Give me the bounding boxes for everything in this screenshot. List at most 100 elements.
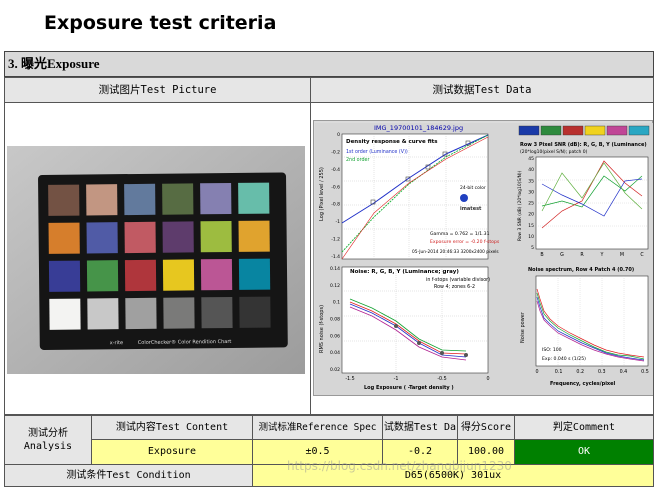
density-title: Density response & curve fits — [346, 139, 438, 145]
checker-patch — [48, 260, 81, 292]
imatest-brand: imatest — [460, 206, 482, 212]
analysis-label: 测试分析 Analysis — [4, 415, 92, 465]
test-picture: x-rite ColorChecker® Color Rendition Cha… — [7, 146, 305, 374]
tick-label: 10 — [528, 234, 534, 240]
checker-patch — [238, 258, 271, 290]
checker-name: ColorChecker® Color Rendition Chart — [138, 338, 232, 346]
noise-title: Noise: R, G, B, Y (Luminance; gray) — [350, 269, 459, 275]
condition-label: 测试条件Test Condition — [4, 464, 253, 487]
tick-label: 0.4 — [620, 369, 628, 375]
tick-label: 15 — [528, 223, 534, 229]
noise-subtitle: in f-stops (variable divisor) — [426, 277, 490, 283]
checker-patch — [86, 260, 119, 292]
tick-label: 45 — [528, 156, 534, 162]
checker-patch — [86, 184, 118, 216]
tick-label: 0.02 — [330, 367, 340, 373]
tick-label: -1.4 — [331, 254, 340, 260]
analysis-label-en: Analysis — [23, 441, 73, 452]
checker-brand: x-rite — [110, 340, 123, 346]
picture-column-header: 测试图片Test Picture — [4, 77, 311, 103]
section-title: 3. 曝光Exposure — [4, 51, 654, 77]
checker-patch — [87, 298, 119, 330]
tick-label: 20 — [528, 212, 534, 218]
checker-patch — [239, 296, 271, 328]
gamma-value: Gamma = 0.762 = 1/1.31 — [430, 231, 490, 237]
checker-patch — [162, 221, 194, 253]
data-column-header: 测试数据Test Data — [310, 77, 654, 103]
checker-patch — [200, 182, 232, 215]
tick-label: -0.2 — [331, 149, 340, 155]
checker-patch — [86, 222, 118, 254]
row-test-content: Exposure — [91, 439, 253, 465]
tick-label: 0.1 — [333, 300, 340, 306]
tick-label: 0 — [337, 132, 340, 138]
checker-patch — [124, 183, 156, 216]
tick-label: 0.1 — [555, 369, 563, 375]
density-ylabel: Log (Pixel level / 255) — [319, 167, 325, 221]
checker-patch — [49, 298, 81, 330]
checker-patch — [238, 220, 270, 252]
iso-value: ISO: 100 — [542, 347, 562, 353]
header-comment: 判定Comment — [514, 415, 654, 440]
bit-depth-label: 24-bit color — [460, 185, 486, 191]
tick-label: 0.04 — [330, 350, 340, 356]
tick-label: G — [560, 252, 564, 258]
imatest-logo-icon — [460, 194, 468, 202]
spectrum-plot: Noise spectrum, Row 4 Patch 4 (0.70) ISO… — [515, 263, 653, 395]
exposure-time: Exp: 0.040 s (1/25) — [542, 356, 586, 362]
snr-plot: Row 3 Pixel SNR (dB): R, G, B, Y (Lumina… — [515, 123, 653, 263]
checker-patch — [124, 221, 156, 254]
tick-label: 0 — [486, 376, 489, 382]
spectrum-ylabel: Noise power — [520, 311, 526, 343]
swatch — [518, 125, 540, 136]
tick-label: -0.6 — [331, 184, 340, 190]
tick-label: -1.2 — [331, 237, 340, 243]
swatch — [540, 125, 562, 136]
tick-label: 25 — [528, 201, 534, 207]
snr-subtitle: (20*log10(pixel S/N); patch 0) — [520, 149, 588, 155]
noise-xlabel: Log Exposure ( -Target density ) — [364, 385, 454, 391]
spectrum-xlabel: Frequency, cycles/pixel — [550, 381, 616, 387]
tick-label: 0.08 — [330, 317, 340, 323]
checker-patch — [200, 258, 233, 291]
noise-plot: Noise: R, G, B, Y (Luminance; gray) in f… — [315, 263, 515, 395]
tick-label: 0.14 — [330, 266, 340, 272]
header-reference-spec: 测试标准Reference Spec — [252, 415, 383, 440]
exposure-error: Exposure error = -0.20 f-stops — [430, 239, 500, 245]
watermark: https://blog.csdn.net/zhangbijun1230 — [287, 459, 512, 473]
tick-label: -0.5 — [437, 376, 446, 382]
noise-ylabel: RMS noise (f-stops) — [319, 305, 325, 353]
checker-patch — [201, 296, 233, 329]
imatest-results: IMG_19700101_184629.jpg Density response… — [313, 120, 653, 396]
checker-patch — [48, 222, 80, 254]
tick-label: 0.3 — [598, 369, 606, 375]
tick-label: 5 — [531, 245, 534, 251]
page-title: Exposure test criteria — [44, 12, 277, 34]
swatch — [628, 125, 650, 136]
tick-label: -1 — [336, 219, 341, 225]
tick-label: -1.5 — [345, 376, 354, 382]
header-test-data: 试数据Test Da — [382, 415, 458, 440]
swatch — [562, 125, 584, 136]
spectrum-title: Noise spectrum, Row 4 Patch 4 (0.70) — [528, 267, 634, 273]
snr-ylabel: Row 3 SNR (dB) (20*log10(S/N)) — [517, 170, 523, 241]
tick-label: 30 — [528, 189, 534, 195]
tick-label: -0.4 — [331, 167, 340, 173]
tick-label: 0.2 — [576, 369, 584, 375]
tick-label: 0.06 — [330, 333, 340, 339]
tick-label: 35 — [528, 178, 534, 184]
tick-label: 0 — [535, 369, 538, 375]
tick-label: Y — [600, 252, 604, 258]
tick-label: M — [620, 252, 624, 258]
checker-patch — [163, 297, 195, 329]
tick-label: 0.12 — [330, 283, 340, 289]
tick-label: 40 — [528, 167, 534, 173]
capture-date: 05-Jun-2014 20:46:33 3200x2400 pixels — [412, 249, 499, 255]
swatch — [606, 125, 628, 136]
snr-title: Row 3 Pixel SNR (dB): R, G, B, Y (Lumina… — [520, 142, 647, 148]
snr-y-ticks: 45 40 35 30 25 20 15 10 5 — [528, 156, 534, 251]
swatch — [584, 125, 606, 136]
header-score: 得分Score — [457, 415, 515, 440]
tick-label: 0.5 — [641, 369, 649, 375]
density-legend-1st: 1st order (Luminance (V)) — [346, 149, 408, 155]
